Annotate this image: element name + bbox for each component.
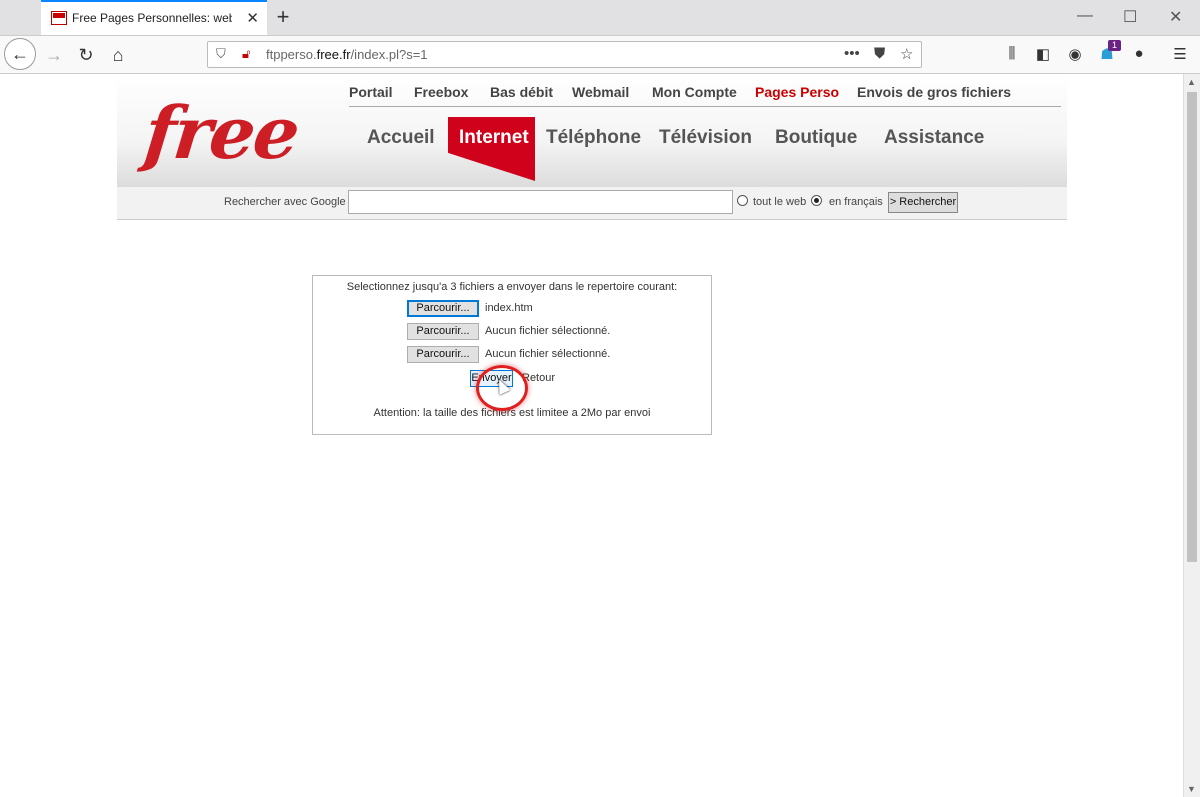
- topnav-webmail[interactable]: Webmail: [572, 84, 629, 100]
- browser-tab[interactable]: Free Pages Personnelles: web f ✕: [41, 0, 267, 35]
- header-banner: free Portail Freebox Bas débit Webmail M…: [117, 74, 1067, 188]
- topnav-freebox[interactable]: Freebox: [414, 84, 468, 100]
- pocket-icon[interactable]: ⛊: [874, 45, 885, 62]
- mainnav-internet[interactable]: Internet: [459, 127, 529, 149]
- free-logo[interactable]: free: [141, 90, 302, 175]
- file-name-1: index.htm: [485, 302, 533, 314]
- home-icon[interactable]: ⌂: [105, 42, 131, 68]
- nav-divider: [349, 106, 1061, 107]
- topnav-portail[interactable]: Portail: [349, 84, 393, 100]
- library-icon[interactable]: ⫼: [1002, 45, 1022, 62]
- lock-icon[interactable]: 🔓︎: [242, 46, 250, 62]
- window-close-icon[interactable]: ✕: [1169, 7, 1182, 27]
- mainnav-assistance[interactable]: Assistance: [884, 127, 984, 149]
- topnav-gros-fichiers[interactable]: Envois de gros fichiers: [857, 84, 1011, 100]
- topnav-mon-compte[interactable]: Mon Compte: [652, 84, 737, 100]
- site-favicon-icon: [51, 11, 67, 25]
- menu-icon[interactable]: ☰: [1170, 45, 1190, 63]
- scroll-down-icon[interactable]: ▼: [1187, 784, 1196, 794]
- search-label: Rechercher avec Google: [224, 196, 346, 208]
- browse-button-2[interactable]: Parcourir...: [407, 323, 479, 340]
- file-name-2: Aucun fichier sélectionné.: [485, 325, 611, 337]
- scroll-up-icon[interactable]: ▲: [1187, 77, 1196, 87]
- maximize-icon[interactable]: ☐: [1123, 7, 1137, 27]
- tab-title: Free Pages Personnelles: web f: [72, 11, 232, 25]
- forward-icon[interactable]: →: [41, 42, 67, 68]
- sidebar-icon[interactable]: ◧: [1033, 45, 1053, 63]
- url-text[interactable]: ftpperso.free.fr/index.pl?s=1: [266, 47, 428, 62]
- mainnav-television[interactable]: Télévision: [659, 127, 752, 149]
- site-header: free Portail Freebox Bas débit Webmail M…: [117, 74, 1067, 220]
- upload-form: Selectionnez jusqu'a 3 fichiers a envoye…: [312, 275, 712, 435]
- shield-icon[interactable]: ⛉: [216, 46, 226, 62]
- tab-strip: Free Pages Personnelles: web f ✕ + — ☐ ✕: [0, 0, 1200, 36]
- topnav-bas-debit[interactable]: Bas débit: [490, 84, 553, 100]
- extension2-icon[interactable]: ●: [1129, 45, 1149, 62]
- navigation-toolbar: ← → ↻ ⌂ ⛉ 🔓︎ ftpperso.free.fr/index.pl?s…: [0, 36, 1200, 74]
- page-scrollbar[interactable]: ▲ ▼: [1183, 74, 1200, 797]
- file-name-3: Aucun fichier sélectionné.: [485, 348, 611, 360]
- radio-en-francais[interactable]: [811, 195, 822, 206]
- mainnav-accueil[interactable]: Accueil: [367, 127, 435, 149]
- star-icon[interactable]: ☆: [900, 45, 913, 63]
- mainnav-telephone[interactable]: Téléphone: [546, 127, 641, 149]
- account-icon[interactable]: ◉: [1065, 45, 1085, 63]
- new-tab-button[interactable]: +: [272, 4, 294, 30]
- scroll-thumb[interactable]: [1187, 92, 1197, 562]
- reload-icon[interactable]: ↻: [73, 42, 99, 68]
- search-bar: Rechercher avec Google tout le web en fr…: [117, 187, 1067, 220]
- more-icon[interactable]: •••: [844, 45, 860, 62]
- address-bar[interactable]: ⛉ 🔓︎ ftpperso.free.fr/index.pl?s=1 ••• ⛊…: [207, 41, 922, 68]
- browse-button-1[interactable]: Parcourir...: [407, 300, 479, 317]
- browse-button-3[interactable]: Parcourir...: [407, 346, 479, 363]
- radio-label-fr: en français: [829, 196, 883, 208]
- back-icon[interactable]: ←: [4, 38, 36, 70]
- mainnav-boutique[interactable]: Boutique: [775, 127, 857, 149]
- search-input[interactable]: [348, 190, 733, 214]
- upload-instructions: Selectionnez jusqu'a 3 fichiers a envoye…: [346, 281, 678, 293]
- close-tab-icon[interactable]: ✕: [246, 9, 259, 27]
- radio-tout-le-web[interactable]: [737, 195, 748, 206]
- minimize-icon[interactable]: —: [1077, 7, 1093, 25]
- topnav-pages-perso[interactable]: Pages Perso: [755, 84, 839, 100]
- radio-label-web: tout le web: [753, 196, 807, 208]
- extension-badge: 1: [1108, 40, 1121, 51]
- search-button[interactable]: > Rechercher: [888, 192, 958, 213]
